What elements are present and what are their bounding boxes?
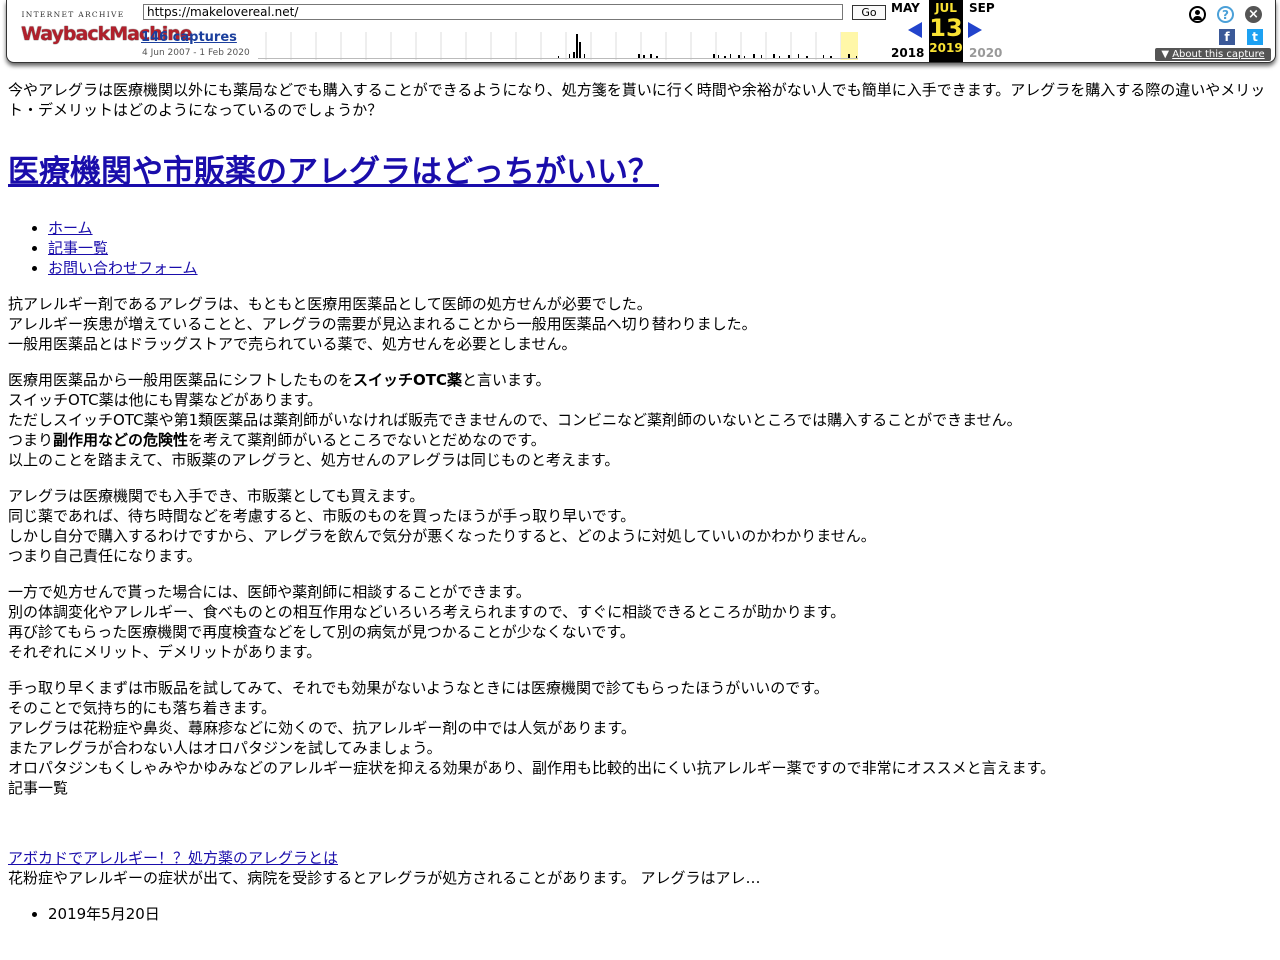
text-line: しかし自分で購入するわけですから、アレグラを飲んで気分が悪くなったりすると、どの… — [8, 527, 876, 545]
wayback-toolbar: INTERNET ARCHIVE WaybackMachine https://… — [6, 0, 1276, 63]
nav-item-articles: 記事一覧 — [48, 238, 1272, 258]
post-title-link[interactable]: アボカドでアレルギー！？処方薬のアレグラとは — [8, 848, 1272, 868]
text-line: それぞれにメリット、デメリットがあります。 — [8, 643, 322, 661]
text-line: つまり副作用などの危険性を考えて薬剤師がいるところでないとだめなのです。 — [8, 430, 1272, 450]
text-run: つまり — [8, 431, 54, 449]
nav-link-contact[interactable]: お問い合わせフォーム — [48, 259, 198, 277]
site-nav: ホーム 記事一覧 お問い合わせフォーム — [8, 218, 1272, 278]
year-prev[interactable]: 2018 — [891, 46, 924, 60]
facebook-icon[interactable]: f — [1219, 29, 1235, 45]
about-capture-label: About this capture — [1172, 49, 1265, 60]
text-line: またアレグラが合わない人はオロパタジンを試してみましょう。 — [8, 739, 442, 757]
go-button[interactable]: Go — [852, 5, 886, 20]
help-icon[interactable]: ? — [1217, 6, 1234, 23]
article-list-heading: 記事一覧 — [8, 779, 69, 797]
site-title-link[interactable]: 医療機関や市販薬のアレグラはどっちがいい？ — [8, 154, 659, 190]
post-meta: 2019年5月20日 — [8, 904, 1272, 924]
nav-link-articles[interactable]: 記事一覧 — [48, 239, 108, 257]
current-capture: JUL 13 2019 — [929, 0, 963, 62]
nav-item-home: ホーム — [48, 218, 1272, 238]
text-line: 同じ薬であれば、待ち時間などを考慮すると、市販のものを買ったほうが手っ取り早いで… — [8, 507, 636, 525]
intro-text: 今やアレグラは医療機関以外にも薬局などでも購入することができるようになり、処方箋… — [8, 81, 1266, 119]
text-line: 医療用医薬品から一般用医薬品にシフトしたものをスイッチOTC薬と言います。 — [8, 370, 1272, 390]
captures-link[interactable]: 146 captures — [141, 30, 237, 45]
paragraph-4: 一方で処方せんで貰った場合には、医師や薬剤師に相談することができます。 別の体調… — [8, 582, 1272, 662]
about-capture-button[interactable]: ▼ About this capture — [1155, 48, 1271, 61]
close-icon[interactable]: × — [1245, 6, 1262, 23]
text-line: オロパタジンもくしゃみやかゆみなどのアレルギー症状を抑える効果があり、副作用も比… — [8, 759, 1056, 777]
paragraph-5: 手っ取り早くまずは市販品を試してみて、それでも効果がないようなときには医療機関で… — [8, 678, 1272, 778]
triangle-down-icon: ▼ — [1161, 49, 1173, 60]
paragraph-2: 医療用医薬品から一般用医薬品にシフトしたものをスイッチOTC薬と言います。 スイ… — [8, 370, 1272, 470]
twitter-icon[interactable]: t — [1247, 29, 1263, 45]
logo-wayback-text: WaybackMachine — [21, 23, 193, 45]
logo-internet-archive-text: INTERNET ARCHIVE — [21, 10, 125, 19]
next-capture-arrow-icon[interactable] — [968, 22, 982, 38]
year-current: 2019 — [929, 41, 963, 55]
text-line: 一般用医薬品とはドラッグストアで売られている薬で、処方せんを必要としません。 — [8, 335, 577, 353]
text-line: アレルギー疾患が増えていることと、アレグラの需要が見込まれることから一般用医薬品… — [8, 315, 757, 333]
text-line: アレグラは花粉症や鼻炎、蕁麻疹などに効くので、抗アレルギー剤の中では人気がありま… — [8, 719, 636, 737]
bold-term: 副作用などの危険性 — [53, 431, 189, 449]
text-run: 医療用医薬品から一般用医薬品にシフトしたものを — [8, 371, 354, 389]
text-line: そのことで気持ち的にも落ち着きます。 — [8, 699, 277, 717]
bold-term: スイッチOTC薬 — [353, 371, 463, 389]
capture-sparkline[interactable] — [258, 32, 858, 60]
text-line: アレグラは医療機関でも入手でき、市販薬としても買えます。 — [8, 487, 425, 505]
day-current: 13 — [929, 14, 963, 42]
paragraph-1: 抗アレルギー剤であるアレグラは、もともと医療用医薬品として医師の処方せんが必要で… — [8, 294, 1272, 354]
month-current: JUL — [935, 1, 957, 15]
text-line: 再び診てもらった医療機関で再度検査などをして別の病気が見つかることが少なくないで… — [8, 623, 635, 641]
capture-range: 4 Jun 2007 - 1 Feb 2020 — [142, 48, 250, 58]
user-icon[interactable] — [1189, 6, 1206, 23]
nav-link-home[interactable]: ホーム — [48, 219, 93, 237]
post-date: 2019年5月20日 — [48, 904, 1272, 924]
text-run: と言います。 — [462, 371, 551, 389]
text-line: 一方で処方せんで貰った場合には、医師や薬剤師に相談することができます。 — [8, 583, 531, 601]
wayback-logo[interactable]: INTERNET ARCHIVE WaybackMachine — [21, 10, 193, 50]
url-input[interactable]: https://makelovereal.net/ — [143, 4, 843, 20]
text-line: 以上のことを踏まえて、市販薬のアレグラと、処方せんのアレグラは同じものと考えます… — [8, 451, 620, 469]
year-next[interactable]: 2020 — [969, 46, 1002, 60]
prev-capture-arrow-icon[interactable] — [908, 22, 922, 38]
site-title: 医療機関や市販薬のアレグラはどっちがいい？ — [8, 152, 1272, 192]
text-line: ただしスイッチOTC薬や第1類医薬品は薬剤師がいなければ販売できませんので、コン… — [8, 411, 1022, 429]
month-prev[interactable]: MAY — [891, 1, 920, 15]
text-line: つまり自己責任になります。 — [8, 547, 202, 565]
text-run: を考えて薬剤師がいるところでないとだめなのです。 — [188, 431, 546, 449]
paragraph-3: アレグラは医療機関でも入手でき、市販薬としても買えます。 同じ薬であれば、待ち時… — [8, 486, 1272, 566]
nav-item-contact: お問い合わせフォーム — [48, 258, 1272, 278]
post-excerpt: 花粉症やアレルギーの症状が出て、病院を受診するとアレグラが処方されることがありま… — [8, 869, 761, 887]
month-next[interactable]: SEP — [969, 1, 995, 15]
text-line: 抗アレルギー剤であるアレグラは、もともと医療用医薬品として医師の処方せんが必要で… — [8, 295, 652, 313]
text-line: スイッチOTC薬は他にも胃薬などがあります。 — [8, 391, 323, 409]
page-content: 今やアレグラは医療機関以外にも薬局などでも購入することができるようになり、処方箋… — [8, 80, 1272, 924]
text-line: 手っ取り早くまずは市販品を試してみて、それでも効果がないようなときには医療機関で… — [8, 679, 829, 697]
text-line: 別の体調変化やアレルギー、食べものとの相互作用などいろいろ考えられますので、すぐ… — [8, 603, 846, 621]
